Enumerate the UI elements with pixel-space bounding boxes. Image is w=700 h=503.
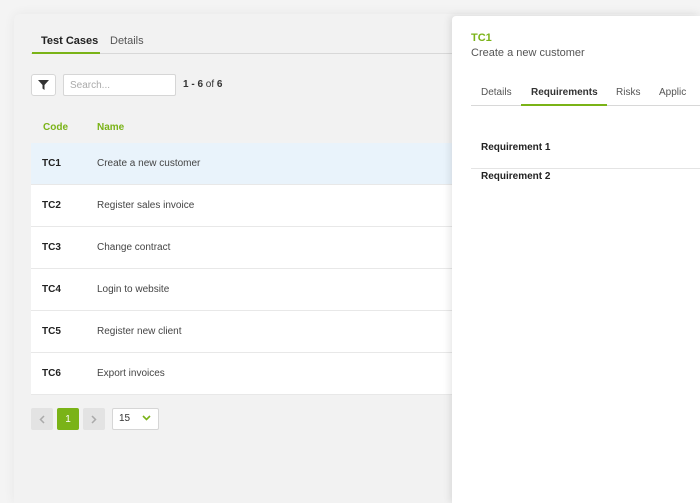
column-header-name[interactable]: Name [97, 122, 124, 133]
list-item[interactable]: Requirement 1 [471, 140, 700, 169]
count-of: of [205, 79, 215, 90]
panel-tabs: Details Requirements Risks Applic [471, 86, 700, 106]
chevron-down-icon [142, 415, 151, 421]
requirement-label: Requirement 2 [481, 171, 551, 182]
previous-page-button[interactable] [31, 408, 53, 430]
row-code: TC1 [42, 158, 61, 169]
count-total: 6 [216, 79, 223, 90]
search-input[interactable] [63, 74, 176, 96]
chevron-left-icon [39, 414, 45, 424]
filter-icon [38, 80, 49, 90]
table-row[interactable]: TC6 Export invoices [31, 353, 455, 395]
result-count: 1 - 6 of 6 [183, 79, 222, 90]
table-row[interactable]: TC5 Register new client [31, 311, 455, 353]
detail-panel: TC1 Create a new customer Details Requir… [452, 16, 700, 503]
requirement-label: Requirement 1 [481, 142, 551, 153]
row-code: TC6 [42, 368, 61, 379]
row-code: TC5 [42, 326, 61, 337]
page-size-select[interactable]: 15 [112, 408, 159, 430]
list-item[interactable]: Requirement 2 [471, 169, 700, 198]
row-name: Register sales invoice [97, 200, 195, 211]
table-row[interactable]: TC4 Login to website [31, 269, 455, 311]
row-name: Register new client [97, 326, 182, 337]
row-name: Export invoices [97, 368, 165, 379]
page-size-value: 15 [119, 413, 131, 424]
row-code: TC2 [42, 200, 61, 211]
table-row[interactable]: TC1 Create a new customer [31, 143, 455, 185]
table-row[interactable]: TC3 Change contract [31, 227, 455, 269]
test-case-table: TC1 Create a new customer TC2 Register s… [31, 143, 455, 395]
panel-code: TC1 [471, 32, 492, 44]
main-tabs: Test Cases Details [31, 32, 455, 54]
requirement-list: Requirement 1 Requirement 2 [471, 140, 700, 198]
row-code: TC3 [42, 242, 61, 253]
tab-test-cases[interactable]: Test Cases [32, 32, 100, 54]
panel-title: Create a new customer [471, 47, 585, 59]
row-name: Change contract [97, 242, 171, 253]
count-range: 1 - 6 [183, 79, 204, 90]
next-page-button[interactable] [83, 408, 105, 430]
tab-details[interactable]: Details [110, 32, 144, 54]
panel-tab-details[interactable]: Details [481, 86, 512, 106]
row-name: Create a new customer [97, 158, 201, 169]
chevron-right-icon [91, 414, 97, 424]
row-name: Login to website [97, 284, 170, 295]
row-code: TC4 [42, 284, 61, 295]
panel-tab-requirements[interactable]: Requirements [521, 86, 607, 106]
filter-button[interactable] [31, 74, 56, 96]
table-row[interactable]: TC2 Register sales invoice [31, 185, 455, 227]
page-number-button[interactable]: 1 [57, 408, 79, 430]
column-header-code[interactable]: Code [43, 122, 68, 133]
panel-tab-applications[interactable]: Applic [659, 86, 686, 106]
panel-tab-risks[interactable]: Risks [616, 86, 640, 106]
